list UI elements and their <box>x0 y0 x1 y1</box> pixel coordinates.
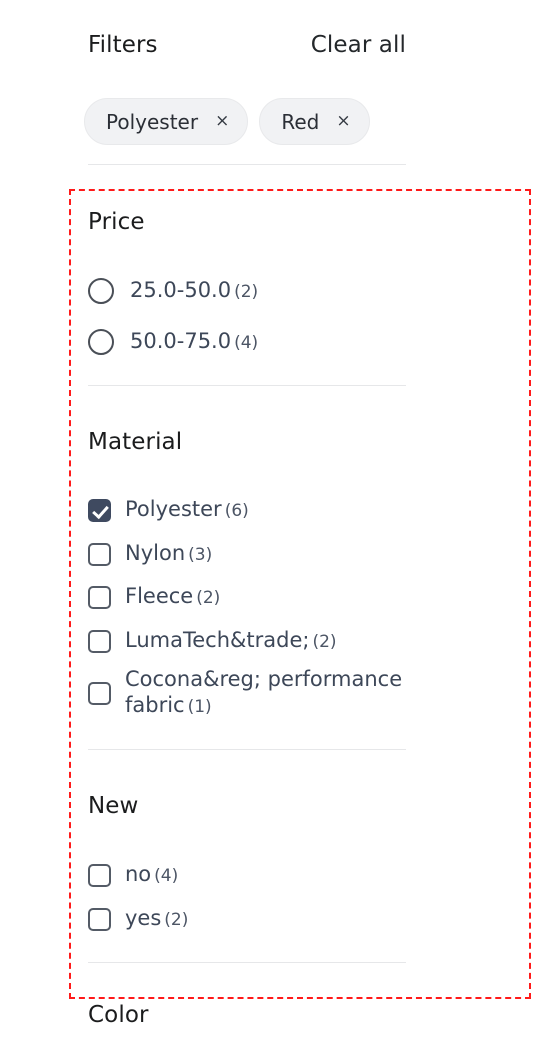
checkbox-icon[interactable] <box>88 585 111 609</box>
radio-button-icon[interactable] <box>88 329 114 355</box>
filter-option-material-polyester[interactable]: Polyester (6) <box>88 496 249 524</box>
filter-group-heading-color: Color <box>88 1002 149 1028</box>
filter-option-count: (2) <box>234 282 259 302</box>
filter-option-count: (2) <box>164 910 189 930</box>
filter-option-label: Polyester (6) <box>125 497 249 521</box>
filter-option-label: yes (2) <box>125 906 189 930</box>
checkbox-icon[interactable] <box>88 907 111 931</box>
filter-group-heading-price: Price <box>88 209 145 235</box>
checkbox-icon[interactable] <box>88 629 111 653</box>
filter-option-label: Cocona&reg; performance fabric (1) <box>125 667 403 717</box>
filter-option-new-no[interactable]: no (4) <box>88 861 178 889</box>
divider <box>88 385 406 386</box>
filter-option-label: 50.0-75.0 (4) <box>130 329 259 353</box>
checkbox-icon[interactable] <box>88 681 111 705</box>
filter-option-label: no (4) <box>125 862 179 886</box>
filter-option-count: (3) <box>188 545 213 565</box>
filter-option-material-fleece[interactable]: Fleece (2) <box>88 583 220 611</box>
filter-group-heading-new: New <box>88 793 139 819</box>
filter-option-label: 25.0-50.0 (2) <box>130 278 259 302</box>
filter-option-label: LumaTech&trade; (2) <box>125 628 337 652</box>
active-filter-label: Polyester <box>106 109 199 134</box>
active-filter-chip-polyester[interactable]: Polyester × <box>84 98 249 145</box>
filter-option-material-cocona[interactable]: Cocona&reg; performance fabric (1) <box>88 666 415 720</box>
filter-group-heading-material: Material <box>88 429 183 455</box>
active-filter-chip-red[interactable]: Red × <box>259 98 370 145</box>
radio-button-icon[interactable] <box>88 278 114 304</box>
filter-option-count: (1) <box>187 697 212 717</box>
filter-option-material-nylon[interactable]: Nylon (3) <box>88 540 212 568</box>
divider <box>88 962 406 963</box>
filter-option-count: (2) <box>196 588 221 608</box>
divider <box>88 749 406 750</box>
divider <box>88 164 406 165</box>
active-filter-label: Red <box>281 109 320 134</box>
filter-option-count: (4) <box>154 866 179 886</box>
filters-header: Filters Clear all <box>88 28 406 62</box>
checkbox-checked-icon[interactable] <box>88 498 111 522</box>
filter-option-price-50-75[interactable]: 50.0-75.0 (4) <box>88 328 258 356</box>
filter-option-count: (2) <box>312 632 337 652</box>
filter-option-label: Fleece (2) <box>125 584 221 608</box>
active-filters-list: Polyester × Red × <box>84 98 370 145</box>
close-icon[interactable]: × <box>215 113 229 130</box>
filter-option-new-yes[interactable]: yes (2) <box>88 905 188 933</box>
close-icon[interactable]: × <box>336 113 350 130</box>
filter-option-price-25-50[interactable]: 25.0-50.0 (2) <box>88 277 258 305</box>
checkbox-icon[interactable] <box>88 863 111 887</box>
clear-all-button[interactable]: Clear all <box>311 33 406 57</box>
page-title: Filters <box>88 31 158 58</box>
filter-option-label: Nylon (3) <box>125 541 213 565</box>
filter-option-count: (6) <box>224 501 249 521</box>
checkbox-icon[interactable] <box>88 542 111 566</box>
filter-option-count: (4) <box>234 333 259 353</box>
filter-option-material-lumatech[interactable]: LumaTech&trade; (2) <box>88 627 337 655</box>
